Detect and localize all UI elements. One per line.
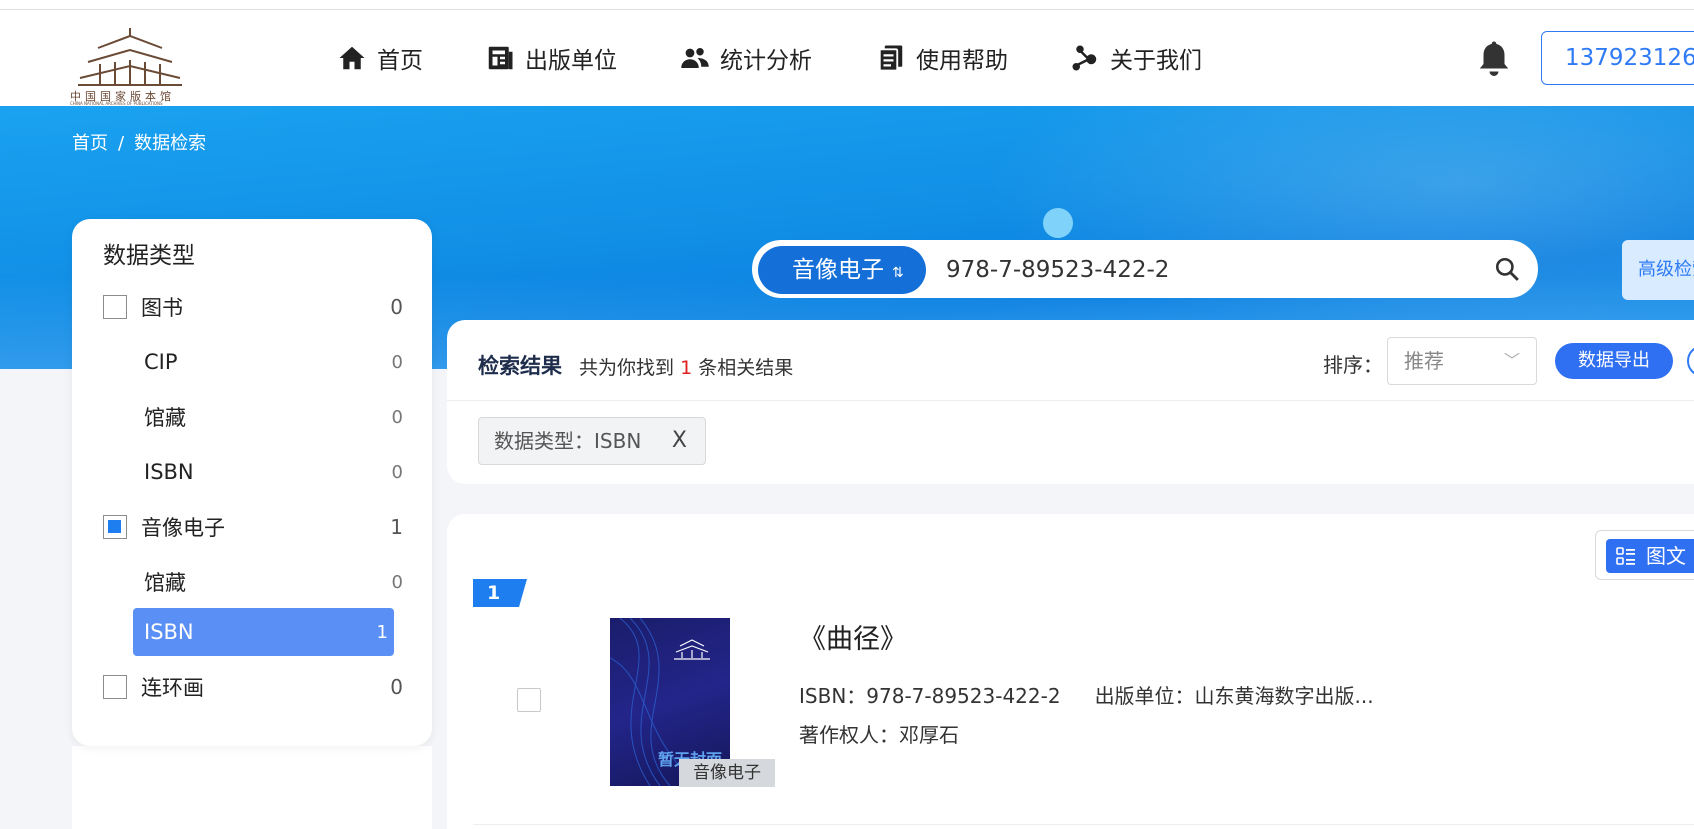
user-account-button[interactable]: 13792312624 — [1541, 31, 1694, 85]
sort-label: 排序： — [1323, 353, 1383, 377]
sidebar-item-label: CIP — [144, 350, 178, 374]
results-summary: 共为你找到 1 条相关结果 — [579, 353, 793, 380]
sidebar-item-books[interactable]: 图书 0 — [103, 283, 403, 331]
sidebar-subitem-isbn-active[interactable]: ISBN 1 — [133, 608, 394, 656]
nav-label: 首页 — [377, 48, 423, 74]
search-type-label: 音像电子 — [792, 257, 884, 283]
top-border — [0, 0, 1694, 10]
comics-checkbox[interactable] — [103, 675, 127, 699]
results-header: 检索结果 共为你找到 1 条相关结果 排序： 推荐 ﹀ 数据导出 数据类型：IS… — [447, 320, 1694, 484]
sidebar-item-count: 0 — [390, 675, 403, 699]
results-summary-prefix: 共为你找到 — [579, 357, 675, 379]
search-input[interactable] — [946, 252, 1466, 288]
sidebar-item-label: ISBN — [144, 620, 194, 644]
result-index: 1 — [487, 582, 501, 604]
nav-item-statistics[interactable]: 统计分析 — [680, 10, 812, 106]
banner-dot — [1043, 208, 1073, 238]
export-button[interactable]: 数据导出 — [1555, 343, 1673, 379]
result-title[interactable]: 《曲径》 — [799, 617, 907, 656]
search-icon[interactable] — [1494, 256, 1520, 282]
sort-value: 推荐 — [1404, 349, 1444, 373]
search-box: 音像电子 ⇅ — [752, 240, 1538, 298]
sidebar-item-count: 0 — [391, 571, 403, 593]
sidebar-item-count: 0 — [390, 295, 403, 319]
sidebar-item-label: 连环画 — [141, 676, 204, 700]
results-title: 检索结果 — [478, 354, 562, 378]
sidebar-item-count: 0 — [391, 351, 403, 373]
sidebar-item-audiovisual[interactable]: 音像电子 1 — [103, 503, 403, 551]
sidebar-item-count: 0 — [391, 406, 403, 428]
home-icon — [339, 46, 365, 70]
sidebar-item-count: 0 — [391, 461, 403, 483]
nav-label: 使用帮助 — [916, 48, 1008, 74]
breadcrumb: 首页 / 数据检索 — [72, 129, 206, 155]
filter-tag: 数据类型：ISBN X — [478, 417, 706, 465]
result-checkbox[interactable] — [517, 688, 541, 712]
sidebar-item-label: 音像电子 — [141, 516, 225, 540]
sidebar-subitem-collection[interactable]: 馆藏 0 — [133, 393, 403, 441]
nav-label: 统计分析 — [720, 48, 812, 74]
results-count: 1 — [680, 357, 693, 379]
sidebar-item-count: 1 — [376, 621, 388, 643]
media-type-badge: 音像电子 — [679, 759, 775, 787]
sidebar: 数据类型 图书 0 CIP 0 馆藏 0 ISBN 0 音像电子 1 馆藏 0 … — [72, 219, 432, 746]
sidebar-item-comics[interactable]: 连环画 0 — [103, 663, 403, 711]
result-meta: ISBN：978-7-89523-422-2 出版单位：山东黄海数字出版... — [799, 680, 1374, 709]
search-type-selector[interactable]: 音像电子 ⇅ — [758, 246, 926, 294]
view-mode-label: 图文 — [1646, 544, 1686, 568]
result-index-badge: 1 — [473, 579, 527, 607]
chevron-down-icon: ﹀ — [1503, 351, 1520, 370]
swap-arrows-icon: ⇅ — [892, 265, 904, 281]
books-checkbox[interactable] — [103, 295, 127, 319]
sidebar-item-count: 1 — [390, 515, 403, 539]
sidebar-item-label: 馆藏 — [144, 571, 186, 595]
sidebar-title: 数据类型 — [103, 243, 195, 269]
list-view-icon — [1616, 547, 1635, 565]
advanced-search-button[interactable]: 高级检索 — [1622, 240, 1694, 300]
nav-item-help[interactable]: 使用帮助 — [876, 10, 1008, 106]
result-author: 著作权人：邓厚石 — [799, 723, 959, 747]
close-icon[interactable]: X — [672, 418, 687, 464]
audiovisual-checkbox[interactable] — [103, 515, 127, 539]
nav-label: 出版单位 — [525, 48, 617, 74]
divider — [447, 400, 1694, 401]
divider — [473, 824, 1694, 825]
results-summary-suffix: 条相关结果 — [698, 357, 794, 379]
breadcrumb-separator: / — [118, 133, 125, 154]
document-icon — [878, 45, 903, 72]
view-mode-grid-text[interactable]: 图文 — [1606, 539, 1694, 573]
breadcrumb-home[interactable]: 首页 — [72, 133, 108, 154]
sidebar-item-label: 馆藏 — [144, 406, 186, 430]
sidebar-subitem-collection[interactable]: 馆藏 0 — [133, 558, 403, 606]
sidebar-item-label: 图书 — [141, 296, 183, 320]
sidebar-item-label: ISBN — [144, 460, 194, 484]
users-icon — [681, 48, 709, 68]
breadcrumb-current: 数据检索 — [134, 133, 207, 154]
nav-label: 关于我们 — [1110, 48, 1202, 74]
more-options-icon[interactable] — [1687, 345, 1694, 377]
sidebar-subitem-cip[interactable]: CIP 0 — [133, 338, 403, 386]
results-list: 图文 1 暂无封面 音像电子 《曲径》 I — [447, 514, 1694, 829]
header: 中国国家版本馆 CHINA NATIONAL ARCHIVES OF PUBLI… — [0, 10, 1694, 106]
bell-icon[interactable] — [1476, 38, 1512, 78]
nav-item-publishers[interactable]: 出版单位 — [485, 10, 617, 106]
nav-item-home[interactable]: 首页 — [337, 10, 423, 106]
newspaper-icon — [488, 46, 513, 70]
filter-tag-label: 数据类型：ISBN — [494, 429, 642, 453]
view-toggle[interactable]: 图文 — [1595, 530, 1694, 580]
result-publisher: 出版单位：山东黄海数字出版... — [1094, 684, 1374, 708]
sort-select[interactable]: 推荐 ﹀ — [1387, 337, 1537, 385]
sidebar-extension — [72, 746, 432, 829]
sidebar-subitem-isbn[interactable]: ISBN 0 — [133, 448, 403, 496]
network-icon — [1072, 45, 1097, 71]
result-isbn: ISBN：978-7-89523-422-2 — [799, 684, 1061, 708]
nav-item-about[interactable]: 关于我们 — [1070, 10, 1202, 106]
